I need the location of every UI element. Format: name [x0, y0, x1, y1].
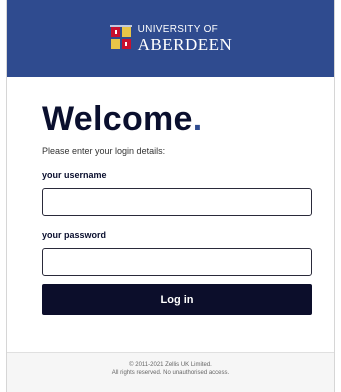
footer: © 2011-2021 Zellis UK Limited. All right…: [7, 352, 334, 392]
username-input[interactable]: [42, 188, 312, 216]
rights-text: All rights reserved. No unauthorised acc…: [111, 370, 230, 376]
title-dot: .: [192, 100, 203, 138]
username-label: your username: [42, 170, 107, 180]
password-input[interactable]: [42, 248, 312, 276]
login-form: Welcome. Please enter your login details…: [42, 100, 314, 315]
login-frame: UNIVERSITY OF ABERDEEN Welcome. Please e…: [6, 0, 335, 392]
header-banner: UNIVERSITY OF ABERDEEN: [7, 0, 334, 77]
login-instructions: Please enter your login details:: [42, 146, 166, 156]
logo-line-aberdeen: ABERDEEN: [137, 34, 233, 54]
university-crest-icon: [109, 24, 133, 53]
university-logo: UNIVERSITY OF ABERDEEN: [109, 23, 233, 54]
welcome-text: Welcome: [42, 100, 193, 138]
copyright-text: © 2011-2021 Zellis UK Limited.: [129, 362, 212, 368]
logo-line-university-of: UNIVERSITY OF: [137, 23, 219, 35]
logo-wordmark: UNIVERSITY OF ABERDEEN: [137, 23, 233, 54]
page-title: Welcome.: [42, 100, 314, 138]
login-button[interactable]: Log in: [42, 284, 312, 315]
password-label: your password: [42, 230, 107, 240]
